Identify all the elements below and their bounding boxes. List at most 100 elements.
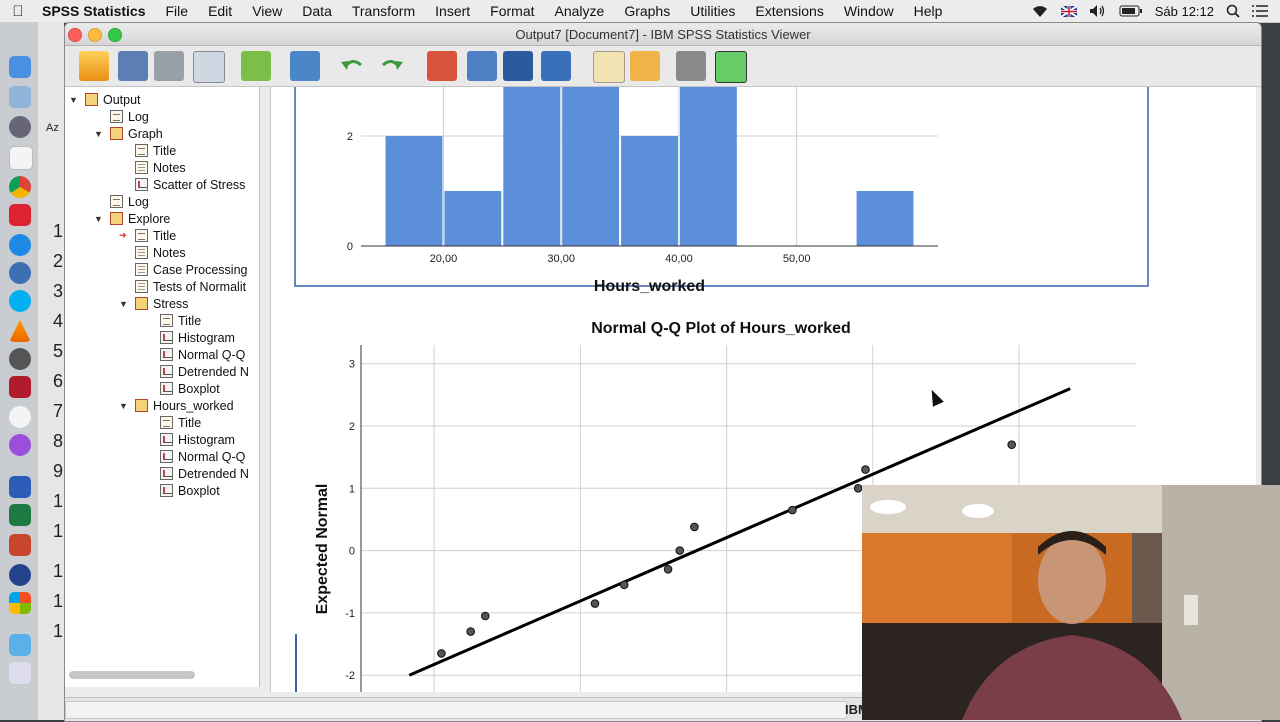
- clock[interactable]: Sáb 12:12: [1155, 4, 1214, 19]
- outline-item[interactable]: Case Processing: [119, 261, 248, 278]
- outline-item[interactable]: Title: [144, 312, 201, 329]
- menu-window[interactable]: Window: [834, 3, 904, 19]
- menu-format[interactable]: Format: [480, 3, 544, 19]
- powerpoint-icon[interactable]: [9, 534, 31, 556]
- outline-item[interactable]: Boxplot: [144, 482, 220, 499]
- outline-item[interactable]: ▼ Hours_worked: [119, 397, 234, 414]
- excel-icon[interactable]: [9, 504, 31, 526]
- goto-data-icon[interactable]: [427, 51, 457, 81]
- outline-item[interactable]: Notes: [119, 159, 186, 176]
- menu-graphs[interactable]: Graphs: [614, 3, 680, 19]
- app-store-icon[interactable]: [9, 234, 31, 256]
- chart-icon: [160, 348, 173, 361]
- disclosure-triangle-icon[interactable]: ▼: [69, 95, 79, 105]
- disclosure-triangle-icon[interactable]: ▼: [94, 129, 104, 139]
- doc-icon: [110, 110, 123, 123]
- designate-window-icon[interactable]: [541, 51, 571, 81]
- office-icon[interactable]: [9, 592, 31, 614]
- add-icon[interactable]: [715, 51, 747, 83]
- outline-item[interactable]: Boxplot: [144, 380, 220, 397]
- vlc-icon[interactable]: [9, 320, 31, 342]
- redo-icon[interactable]: [377, 51, 407, 81]
- menu-view[interactable]: View: [242, 3, 292, 19]
- menu-insert[interactable]: Insert: [425, 3, 480, 19]
- outline-item[interactable]: Detrended N: [144, 465, 249, 482]
- outline-item[interactable]: Normal Q-Q: [144, 346, 245, 363]
- outline-item[interactable]: ▼ Stress: [119, 295, 188, 312]
- outline-item-label: Hours_worked: [153, 398, 234, 413]
- quicktime-icon[interactable]: [9, 564, 31, 586]
- preview-icon[interactable]: [9, 86, 31, 108]
- outline-item[interactable]: Notes: [119, 244, 186, 261]
- menu-data[interactable]: Data: [292, 3, 342, 19]
- podcasts-icon[interactable]: [9, 434, 31, 456]
- disclosure-triangle-icon[interactable]: ▼: [119, 299, 129, 309]
- outline-item-label: Boxplot: [178, 381, 220, 396]
- outline-item[interactable]: ➔ Title: [119, 227, 176, 244]
- system-preferences-icon[interactable]: [9, 348, 31, 370]
- outline-item[interactable]: Log: [94, 108, 149, 125]
- print-preview-icon[interactable]: [193, 51, 225, 83]
- variables-icon[interactable]: [503, 51, 533, 81]
- flag-icon[interactable]: [1060, 5, 1077, 17]
- chart-icon: [160, 484, 173, 497]
- menu-utilities[interactable]: Utilities: [680, 3, 745, 19]
- print-icon[interactable]: [154, 51, 184, 81]
- outline-item[interactable]: Title: [119, 142, 176, 159]
- outline-item[interactable]: ▼ Output: [69, 91, 141, 108]
- outline-item[interactable]: Histogram: [144, 329, 235, 346]
- outline-item[interactable]: Log: [94, 193, 149, 210]
- run-script-icon[interactable]: [630, 51, 660, 81]
- outline-item[interactable]: Tests of Normalit: [119, 278, 246, 295]
- photo-booth-icon[interactable]: [9, 204, 31, 226]
- data-point: [675, 546, 685, 555]
- list-menu-icon[interactable]: [1252, 5, 1268, 17]
- menu-extensions[interactable]: Extensions: [745, 3, 833, 19]
- row-number: 2: [53, 251, 64, 271]
- spss-icon[interactable]: [9, 376, 31, 398]
- disclosure-triangle-icon[interactable]: ▼: [119, 401, 129, 411]
- battery-icon[interactable]: [1119, 5, 1143, 17]
- disclosure-triangle-icon[interactable]: ▼: [94, 214, 104, 224]
- finder-icon[interactable]: [9, 56, 31, 78]
- outline-item[interactable]: Title: [144, 414, 201, 431]
- folder-icon[interactable]: [9, 634, 31, 656]
- show-all-icon[interactable]: [676, 51, 706, 81]
- menu-help[interactable]: Help: [904, 3, 953, 19]
- outline-item[interactable]: Scatter of Stress: [119, 176, 245, 193]
- title-bar[interactable]: Output7 [Document7] - IBM SPSS Statistic…: [65, 23, 1261, 46]
- apple-icon[interactable]: : [0, 3, 36, 20]
- wifi-icon[interactable]: [1031, 5, 1049, 18]
- outline-item-label: Output: [103, 92, 141, 107]
- outline-item[interactable]: ▼ Explore: [94, 210, 170, 227]
- trash-icon[interactable]: [9, 662, 31, 684]
- menu-transform[interactable]: Transform: [342, 3, 425, 19]
- skype-icon[interactable]: [9, 290, 31, 312]
- search-icon[interactable]: [1226, 4, 1240, 18]
- outline-item[interactable]: Detrended N: [144, 363, 249, 380]
- recall-dialog-icon[interactable]: [290, 51, 320, 81]
- save-icon[interactable]: [118, 51, 148, 81]
- outline-item[interactable]: ▼ Graph: [94, 125, 163, 142]
- horizontal-scrollbar[interactable]: [69, 671, 195, 679]
- network-icon[interactable]: [9, 262, 31, 284]
- itunes-icon[interactable]: [9, 406, 31, 428]
- background-data-editor[interactable]: Az 1 2 3 4 5 6 7 8 9 1 1 1 1 1: [38, 22, 64, 720]
- calendar-icon[interactable]: [9, 146, 33, 170]
- menu-edit[interactable]: Edit: [198, 3, 242, 19]
- word-icon[interactable]: [9, 476, 31, 498]
- undo-icon[interactable]: [337, 51, 367, 81]
- edit-script-icon[interactable]: [593, 51, 625, 83]
- menu-file[interactable]: File: [156, 3, 199, 19]
- goto-case-icon[interactable]: [467, 51, 497, 81]
- chrome-icon[interactable]: [9, 176, 31, 198]
- menu-analyze[interactable]: Analyze: [545, 3, 615, 19]
- app-menu[interactable]: SPSS Statistics: [36, 3, 156, 19]
- open-icon[interactable]: [79, 51, 109, 81]
- volume-icon[interactable]: [1089, 4, 1107, 18]
- histogram-chart[interactable]: 20,00 30,00 40,00 50,00 0 2 Hours_worked: [347, 87, 938, 295]
- outline-item[interactable]: Normal Q-Q: [144, 448, 245, 465]
- launchpad-icon[interactable]: [9, 116, 31, 138]
- outline-item[interactable]: Histogram: [144, 431, 235, 448]
- export-icon[interactable]: [241, 51, 271, 81]
